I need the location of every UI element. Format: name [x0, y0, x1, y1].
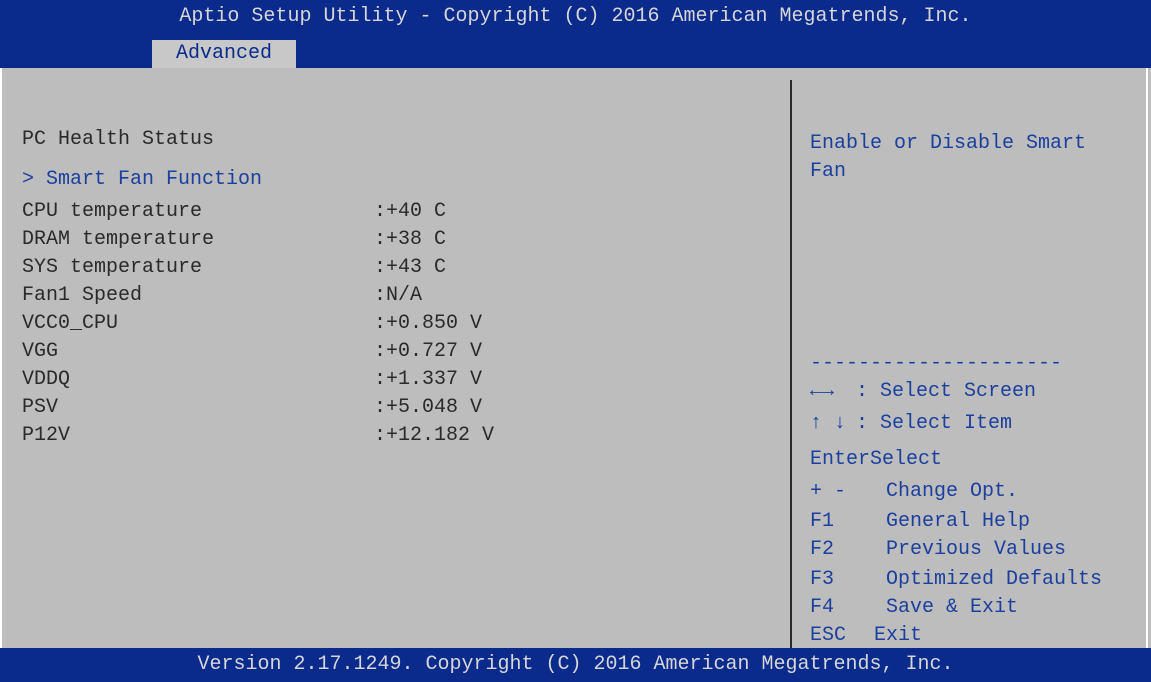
arrow-left-right-icon: ←→: [810, 380, 835, 403]
help-text-line-1: Enable or Disable Smart: [810, 132, 1087, 155]
select-desc: Select: [870, 448, 943, 471]
sys-temperature-label: SYS temperature: [22, 256, 203, 279]
p12v-value: :+12.182 V: [374, 424, 495, 447]
bios-screen: Aptio Setup Utility - Copyright (C) 2016…: [0, 0, 1151, 682]
p12v-label: P12V: [22, 424, 71, 447]
dram-temperature-value: :+38 C: [374, 228, 447, 251]
vddq-value: :+1.337 V: [374, 368, 483, 391]
tab-advanced[interactable]: Advanced: [152, 40, 296, 68]
f4-key: F4: [810, 596, 835, 619]
help-panel: Enable or Disable Smart Fan ------------…: [792, 68, 1148, 648]
change-opt-desc: Change Opt.: [886, 480, 1019, 503]
vgg-value: :+0.727 V: [374, 340, 483, 363]
vgg-label: VGG: [22, 340, 59, 363]
fan1-speed-value: :N/A: [374, 284, 423, 307]
vddq-label: VDDQ: [22, 368, 71, 391]
help-text-line-2: Fan: [810, 160, 847, 183]
select-screen-desc: : Select Screen: [856, 380, 1037, 403]
dram-temperature-label: DRAM temperature: [22, 228, 215, 251]
tab-bar: Advanced: [0, 34, 1151, 68]
main-panel: PC Health Status > Smart Fan Function CP…: [0, 68, 790, 648]
vcc0-cpu-value: :+0.850 V: [374, 312, 483, 335]
esc-key: ESC: [810, 624, 847, 647]
fan1-speed-label: Fan1 Speed: [22, 284, 143, 307]
previous-values-desc: Previous Values: [886, 538, 1067, 561]
optimized-defaults-desc: Optimized Defaults: [886, 568, 1103, 591]
plus-minus-key: + -: [810, 480, 847, 503]
select-item-desc: : Select Item: [856, 412, 1013, 435]
f2-key: F2: [810, 538, 835, 561]
f3-key: F3: [810, 568, 835, 591]
psv-label: PSV: [22, 396, 59, 419]
exit-desc: Exit: [874, 624, 923, 647]
enter-key: Enter: [810, 448, 871, 471]
title-bar: Aptio Setup Utility - Copyright (C) 2016…: [0, 0, 1151, 34]
footer-version: Version 2.17.1249. Copyright (C) 2016 Am…: [0, 648, 1151, 682]
smart-fan-function-submenu[interactable]: > Smart Fan Function: [22, 166, 262, 194]
cpu-temperature-label: CPU temperature: [22, 200, 203, 223]
save-exit-desc: Save & Exit: [886, 596, 1019, 619]
page-title: PC Health Status: [22, 128, 215, 151]
help-separator: ---------------------: [810, 352, 1063, 375]
cpu-temperature-value: :+40 C: [374, 200, 447, 223]
general-help-desc: General Help: [886, 510, 1031, 533]
psv-value: :+5.048 V: [374, 396, 483, 419]
sys-temperature-value: :+43 C: [374, 256, 447, 279]
f1-key: F1: [810, 510, 835, 533]
vcc0-cpu-label: VCC0_CPU: [22, 312, 119, 335]
arrow-up-down-icon: ↑ ↓: [810, 412, 847, 435]
